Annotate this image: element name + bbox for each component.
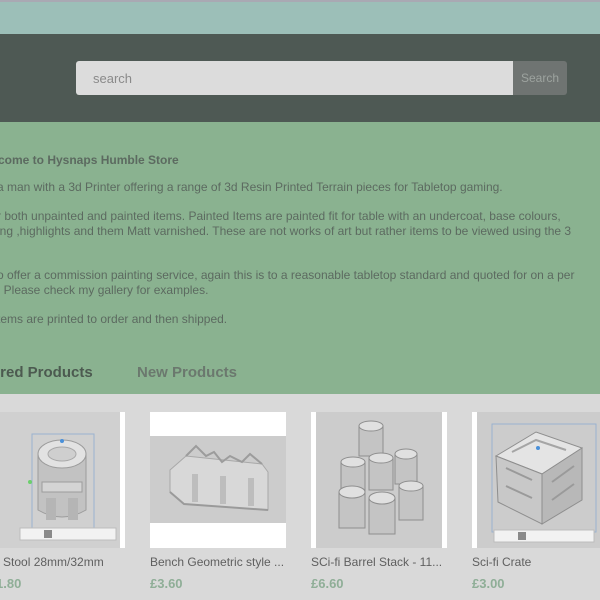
product-name[interactable]: ar Stool 28mm/32mm xyxy=(0,555,104,569)
product-price: £3.60 xyxy=(150,576,183,591)
painted-text-cont: ing ,highlights and them Matt varnished.… xyxy=(0,224,572,238)
product-name[interactable]: SCi-fi Barrel Stack - 11... xyxy=(311,555,442,569)
intro-text: a man with a 3d Printer offering a range… xyxy=(0,180,503,194)
tab-new-products[interactable]: New Products xyxy=(137,364,237,381)
search-input[interactable] xyxy=(76,61,513,95)
stool-3d-render xyxy=(0,412,125,548)
product-price: £6.60 xyxy=(311,576,344,591)
product-name[interactable]: Bench Geometric style ... xyxy=(150,555,284,569)
painted-text: r both unpainted and painted items. Pain… xyxy=(0,209,561,223)
product-image-bench[interactable] xyxy=(150,412,286,548)
commission-text: o offer a commission painting service, a… xyxy=(0,268,575,282)
product-price: £3.00 xyxy=(472,576,505,591)
product-image-stool[interactable] xyxy=(0,412,125,548)
barrel-stack-3d-render xyxy=(311,412,447,548)
bench-3d-render xyxy=(150,412,286,548)
product-image-crate[interactable] xyxy=(472,412,600,548)
crate-3d-render xyxy=(472,412,600,548)
welcome-section: come to Hysnaps Humble Store a man with … xyxy=(0,122,600,394)
product-name[interactable]: Sci-fi Crate xyxy=(472,555,531,569)
shipping-text: tems are printed to order and then shipp… xyxy=(0,312,228,326)
product-price: 1.80 xyxy=(0,576,22,591)
search-button[interactable]: Search xyxy=(513,61,567,95)
gallery-text: . Please check my gallery for examples. xyxy=(0,283,209,297)
welcome-heading: come to Hysnaps Humble Store xyxy=(0,153,179,167)
top-bar xyxy=(0,0,600,34)
tab-featured-products[interactable]: tured Products xyxy=(0,364,93,381)
product-image-barrel-stack[interactable] xyxy=(311,412,447,548)
